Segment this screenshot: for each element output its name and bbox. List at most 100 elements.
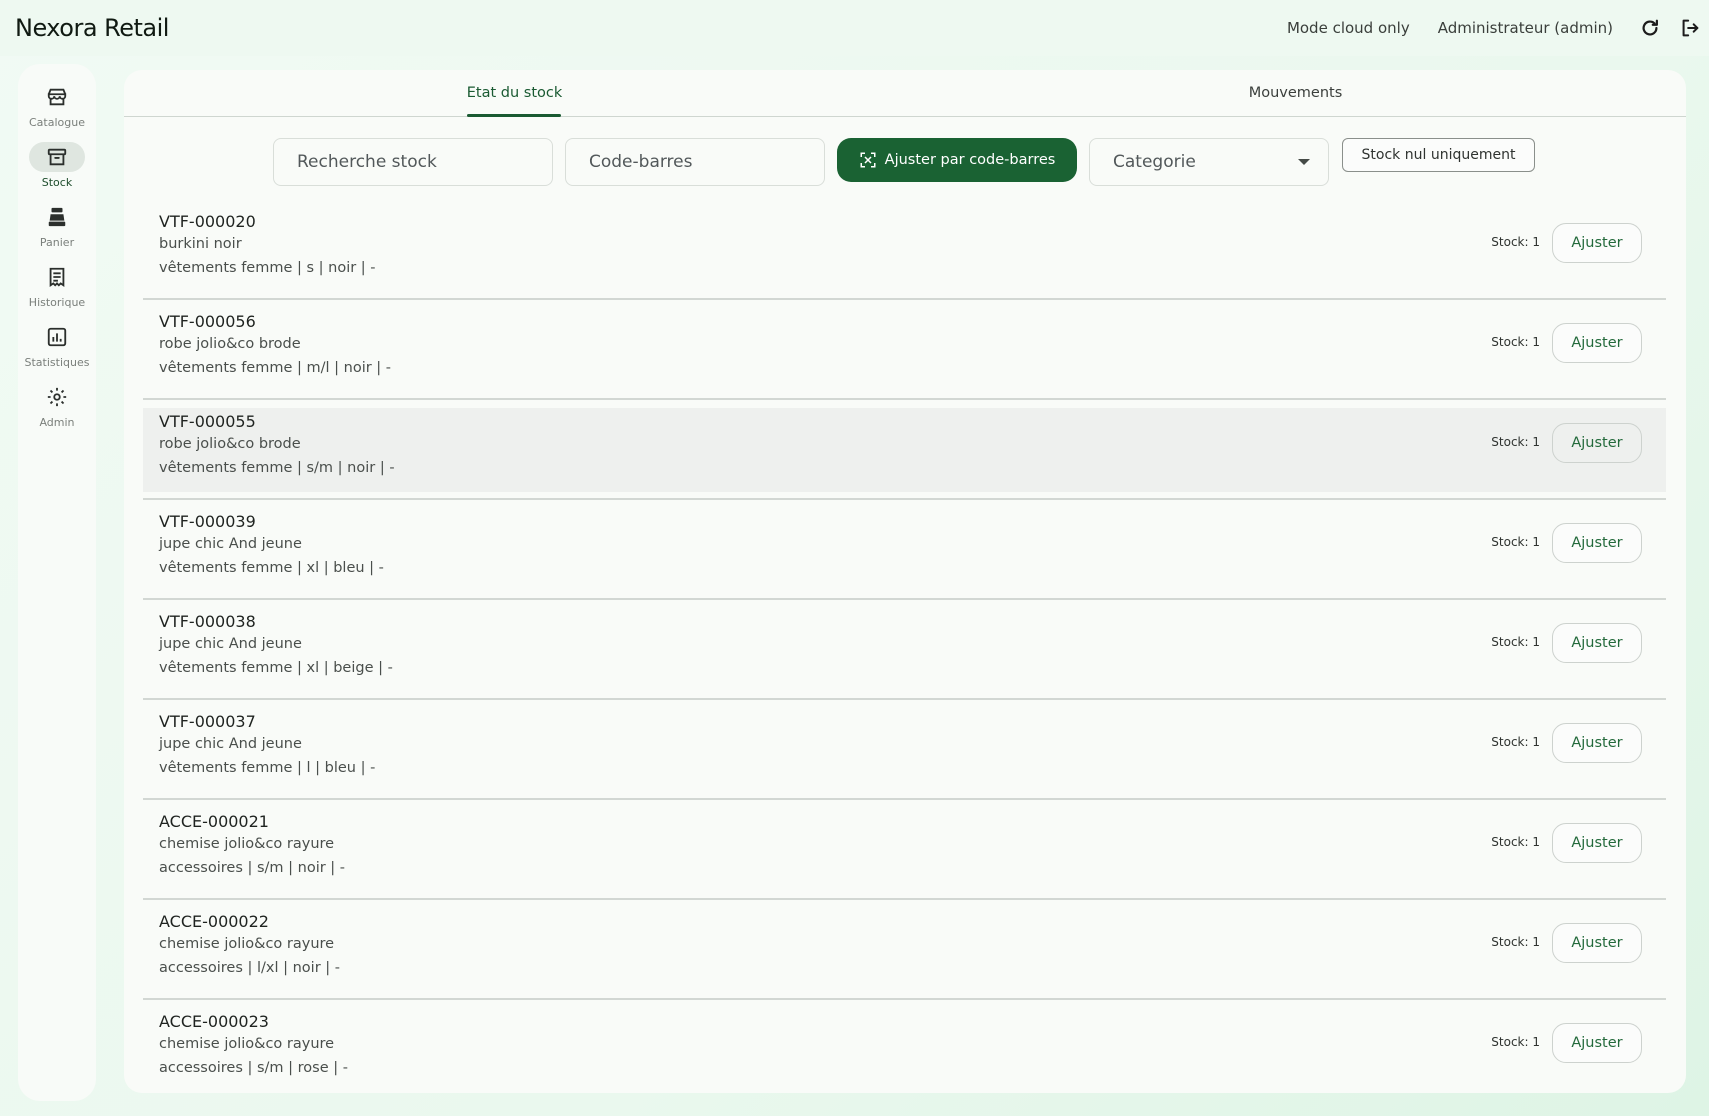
gear-icon [29, 382, 85, 412]
cash-register-icon [29, 202, 85, 232]
barcode-scan-icon [860, 152, 876, 168]
adjust-button[interactable]: Ajuster [1552, 423, 1642, 463]
zero-stock-filter-button[interactable]: Stock nul uniquement [1342, 138, 1535, 172]
stock-quantity: Stock: 1 [1491, 535, 1540, 549]
barcode-input[interactable]: Code-barres [565, 138, 825, 186]
adjust-button[interactable]: Ajuster [1552, 923, 1642, 963]
adjust-button[interactable]: Ajuster [1552, 323, 1642, 363]
tab-label: Mouvements [1248, 85, 1343, 101]
product-name: robe jolio&co brode [159, 336, 301, 352]
sidebar-item-panier[interactable]: Panier [18, 202, 96, 262]
stock-quantity: Stock: 1 [1491, 435, 1540, 449]
stock-quantity: Stock: 1 [1491, 835, 1540, 849]
sidebar-item-label: Statistiques [24, 356, 90, 369]
category-placeholder: Categorie [1113, 152, 1196, 172]
product-name: chemise jolio&co rayure [159, 1036, 335, 1052]
sidebar-item-statistiques[interactable]: Statistiques [18, 322, 96, 382]
barcode-placeholder: Code-barres [589, 152, 693, 172]
stock-row: VTF-000039 jupe chic And jeune vêtements f… [143, 500, 1666, 600]
product-sku: VTF-000037 [159, 712, 256, 731]
top-bar: Nexora Retail Mode cloud only Administra… [0, 0, 1709, 56]
tab-etat-du-stock[interactable]: Etat du stock [124, 70, 905, 117]
tab-mouvements[interactable]: Mouvements [905, 70, 1686, 116]
stock-quantity: Stock: 1 [1491, 735, 1540, 749]
product-sku: VTF-000038 [159, 612, 256, 631]
product-details: accessoires | s/m | rose | - [159, 1060, 348, 1076]
sidebar-item-admin[interactable]: Admin [18, 382, 96, 442]
sidebar-item-label: Historique [28, 296, 86, 309]
product-name: burkini noir [159, 236, 242, 252]
stock-row: VTF-000056 robe jolio&co brode vêtements f… [143, 300, 1666, 400]
sidebar-item-label: Admin [39, 416, 75, 429]
adjust-button[interactable]: Ajuster [1552, 723, 1642, 763]
adjust-by-barcode-button[interactable]: Ajuster par code-barres [837, 138, 1077, 182]
sidebar-item-label: Stock [41, 176, 73, 189]
zero-stock-label: Stock nul uniquement [1361, 147, 1516, 163]
tab-bar: Etat du stock Mouvements [124, 70, 1686, 117]
receipt-icon [29, 262, 85, 292]
adjust-by-barcode-label: Ajuster par code-barres [884, 152, 1056, 168]
stock-row: ACCE-000021 chemise jolio&co rayure access… [143, 800, 1666, 900]
adjust-button[interactable]: Ajuster [1552, 623, 1642, 663]
header-actions: Mode cloud only Administrateur (admin) [1287, 0, 1709, 56]
bar-chart-icon [29, 322, 85, 352]
stock-row: VTF-000020 burkini noir vêtements femme | … [143, 200, 1666, 300]
product-sku: ACCE-000022 [159, 912, 269, 931]
sidebar-item-label: Panier [39, 236, 75, 249]
stock-row: ACCE-000023 chemise jolio&co rayure access… [143, 1000, 1666, 1093]
product-details: accessoires | l/xl | noir | - [159, 960, 340, 976]
sidebar-item-label: Catalogue [29, 116, 85, 129]
product-sku: VTF-000039 [159, 512, 256, 531]
stock-row: VTF-000038 jupe chic And jeune vêtements f… [143, 600, 1666, 700]
sidebar-item-historique[interactable]: Historique [18, 262, 96, 322]
adjust-button[interactable]: Ajuster [1552, 223, 1642, 263]
adjust-button[interactable]: Ajuster [1552, 823, 1642, 863]
product-sku: VTF-000055 [159, 412, 256, 431]
product-details: vêtements femme | m/l | noir | - [159, 360, 392, 376]
store-icon [29, 82, 85, 112]
sidebar-item-stock[interactable]: Stock [18, 142, 96, 202]
product-details: vêtements femme | s/m | noir | - [159, 460, 395, 476]
stock-quantity: Stock: 1 [1491, 235, 1540, 249]
product-name: jupe chic And jeune [159, 636, 302, 652]
product-sku: ACCE-000021 [159, 812, 269, 831]
adjust-button[interactable]: Ajuster [1552, 1023, 1642, 1063]
app-title: Nexora Retail [15, 14, 169, 42]
stock-list: VTF-000020 burkini noir vêtements femme | … [143, 200, 1666, 1093]
category-select[interactable]: Categorie [1089, 138, 1329, 186]
product-sku: VTF-000056 [159, 312, 256, 331]
adjust-button[interactable]: Ajuster [1552, 523, 1642, 563]
stock-quantity: Stock: 1 [1491, 935, 1540, 949]
product-details: vêtements femme | xl | bleu | - [159, 560, 384, 576]
archive-box-icon [29, 142, 85, 172]
mode-indicator: Mode cloud only [1286, 19, 1410, 37]
refresh-icon[interactable] [1637, 15, 1663, 41]
product-details: vêtements femme | xl | beige | - [159, 660, 393, 676]
stock-panel: Etat du stock Mouvements Recherche stock… [124, 70, 1686, 1093]
product-name: jupe chic And jeune [159, 536, 302, 552]
stock-quantity: Stock: 1 [1491, 335, 1540, 349]
stock-quantity: Stock: 1 [1491, 635, 1540, 649]
product-sku: ACCE-000023 [159, 1012, 269, 1031]
product-name: robe jolio&co brode [159, 436, 301, 452]
stock-row: VTF-000055 robe jolio&co brode vêtements f… [143, 400, 1666, 500]
search-placeholder: Recherche stock [297, 152, 437, 172]
sidebar: Catalogue Stock Panier Historique Statis… [18, 64, 96, 1101]
stock-quantity: Stock: 1 [1491, 1035, 1540, 1049]
user-label: Administrateur (admin) [1437, 19, 1613, 37]
product-sku: VTF-000020 [159, 212, 256, 231]
product-details: vêtements femme | l | bleu | - [159, 760, 376, 776]
stock-row: ACCE-000022 chemise jolio&co rayure access… [143, 900, 1666, 1000]
product-details: vêtements femme | s | noir | - [159, 260, 376, 276]
product-details: accessoires | s/m | noir | - [159, 860, 346, 876]
search-input[interactable]: Recherche stock [273, 138, 553, 186]
tab-label: Etat du stock [466, 85, 563, 101]
product-name: chemise jolio&co rayure [159, 836, 335, 852]
tab-active-indicator [467, 114, 561, 117]
product-name: jupe chic And jeune [159, 736, 302, 752]
stock-row: VTF-000037 jupe chic And jeune vêtements f… [143, 700, 1666, 800]
product-name: chemise jolio&co rayure [159, 936, 335, 952]
sidebar-item-catalogue[interactable]: Catalogue [18, 82, 96, 142]
chevron-down-icon [1298, 159, 1310, 165]
logout-icon[interactable] [1677, 15, 1703, 41]
